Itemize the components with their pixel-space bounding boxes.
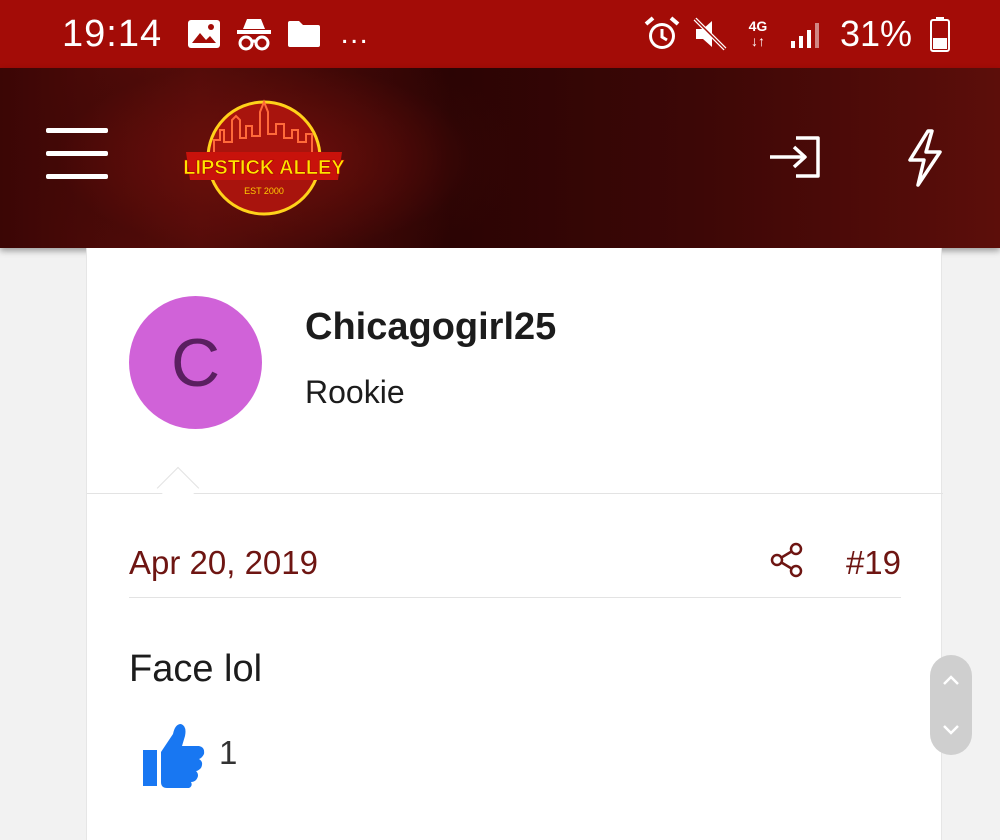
post-user-block: C Chicagogirl25 Rookie [87, 248, 943, 510]
mute-icon [690, 14, 730, 54]
battery-percent: 31% [839, 13, 912, 54]
status-time: 19:14 [62, 12, 163, 55]
post-card: C Chicagogirl25 Rookie Apr 20, 2019 #19 … [86, 248, 943, 840]
avatar-letter: C [170, 324, 221, 401]
site-header: LIPSTICK ALLEY EST 2000 [0, 68, 1000, 248]
alarm-icon [642, 14, 682, 54]
status-right-group: 4G ↓↑ 31% [642, 13, 960, 55]
scroll-down-icon[interactable] [930, 705, 972, 755]
lightning-icon[interactable] [902, 128, 946, 188]
post-date[interactable]: Apr 20, 2019 [129, 544, 318, 582]
site-logo[interactable]: LIPSTICK ALLEY EST 2000 [180, 90, 348, 220]
reaction-count[interactable]: 1 [219, 734, 237, 772]
avatar[interactable]: C [129, 296, 262, 429]
signal-icon [786, 14, 826, 54]
folder-icon [284, 14, 324, 54]
login-icon[interactable] [766, 134, 824, 180]
network-icon: 4G ↓↑ [748, 18, 768, 49]
battery-icon [920, 14, 960, 54]
user-block-arrow [156, 466, 200, 510]
scroll-helper [930, 655, 972, 755]
network-type: 4G [748, 18, 768, 34]
scroll-up-icon[interactable] [930, 655, 972, 705]
more-notifications-icon: … [334, 14, 374, 54]
like-reaction-icon[interactable] [139, 718, 207, 790]
post-body: Face lol [129, 648, 263, 690]
hamburger-menu-icon[interactable] [46, 128, 108, 180]
user-title: Rookie [305, 374, 405, 410]
post-number[interactable]: #19 [846, 544, 901, 582]
logo-text: LIPSTICK ALLEY [183, 157, 345, 179]
logo-subtext: EST 2000 [244, 186, 284, 196]
status-bar: 19:14 … 4G ↓↑ 31% [0, 0, 1000, 68]
share-icon[interactable] [769, 542, 805, 578]
page: 19:14 … 4G ↓↑ 31% LIPSTICK ALLEY EST 200… [0, 0, 1000, 840]
post-meta: Apr 20, 2019 #19 [129, 538, 901, 598]
image-icon [184, 14, 224, 54]
more-notifications-text: … [339, 17, 370, 50]
incognito-icon [234, 14, 274, 54]
username[interactable]: Chicagogirl25 [305, 306, 556, 349]
